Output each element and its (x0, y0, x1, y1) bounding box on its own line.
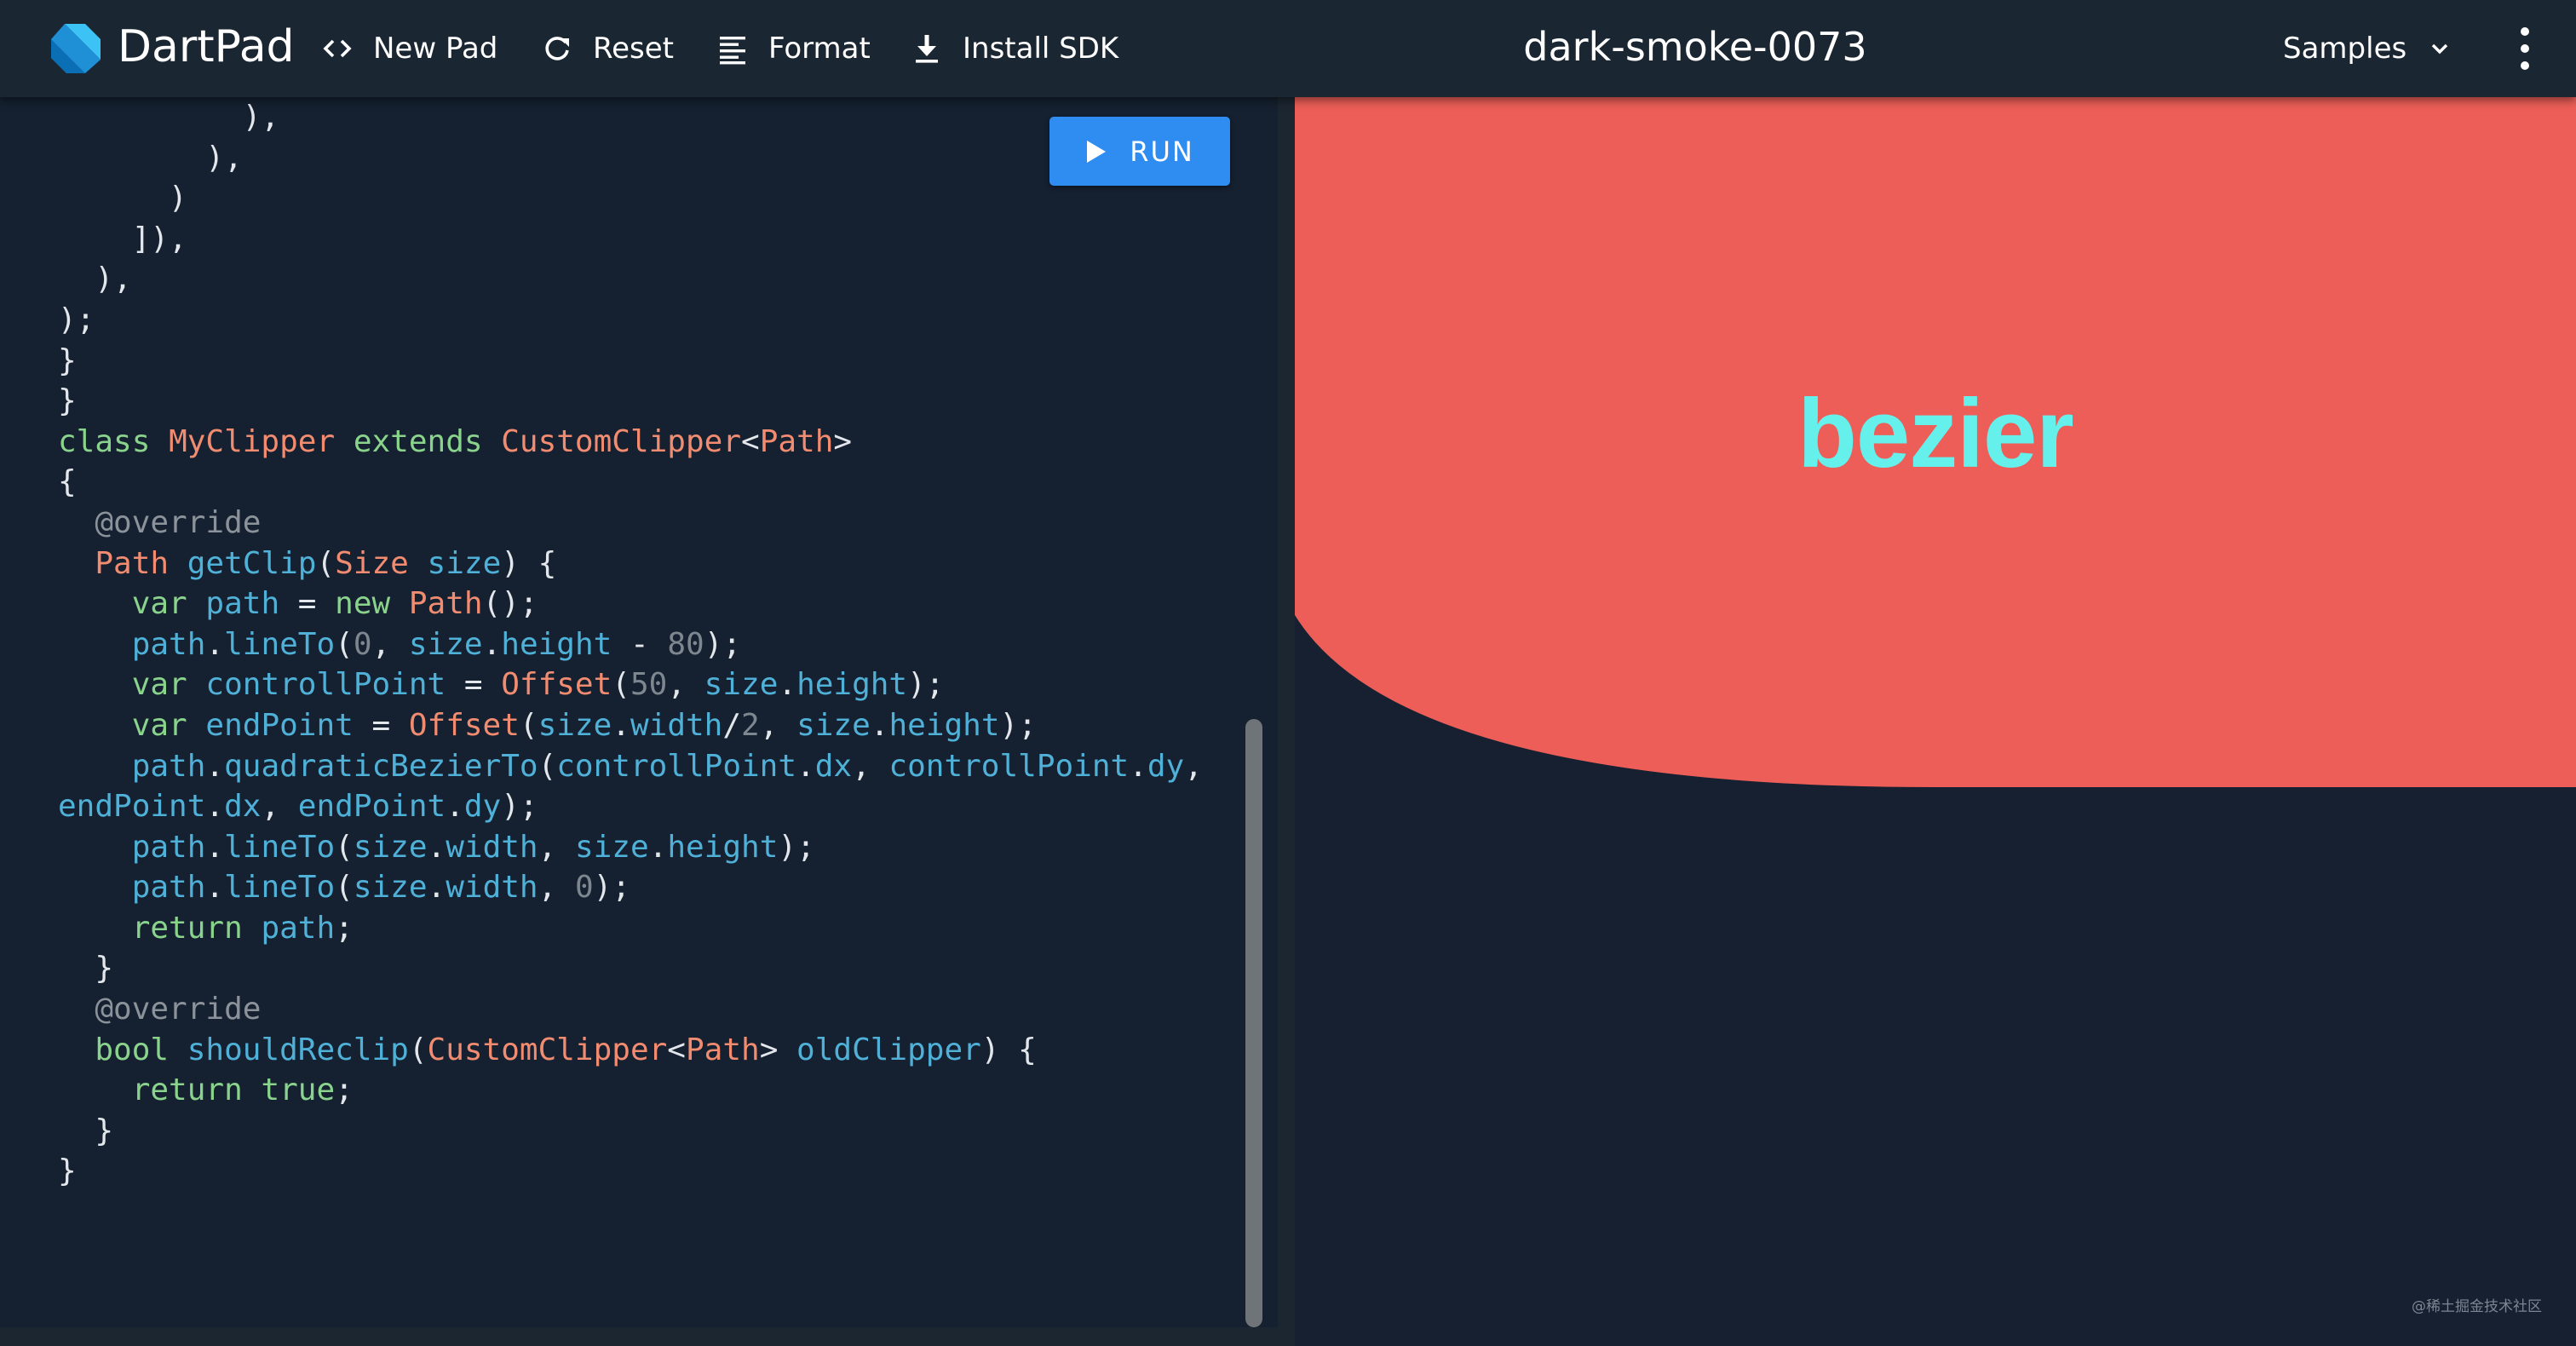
code-lines[interactable]: ), ), ) ]), ),);}} class MyClipper extend… (58, 97, 1203, 1192)
split-divider[interactable] (1278, 97, 1295, 1346)
code-line: var controllPoint = Offset(50, size.heig… (131, 667, 945, 703)
format-lines-icon (720, 37, 745, 65)
code-line: ) (58, 181, 187, 216)
install-sdk-button[interactable]: Install SDK (910, 0, 1118, 97)
code-line: @override (58, 992, 262, 1027)
editor-bottom-bar (0, 1327, 1295, 1346)
more-vert-icon[interactable] (2515, 23, 2535, 74)
editor-scrollbar[interactable] (1245, 719, 1262, 1327)
code-line: { (58, 464, 77, 500)
new-pad-label: New Pad (373, 32, 498, 66)
code-line: path.lineTo(size.width, 0); (131, 870, 630, 906)
code-line: @override (58, 504, 262, 540)
run-label: RUN (1130, 135, 1194, 168)
code-line: class MyClipper extends CustomClipper<Pa… (58, 423, 853, 459)
code-line: Path getClip(Size size) { (95, 545, 557, 581)
reset-button[interactable]: Reset (540, 0, 674, 97)
play-icon (1087, 140, 1107, 163)
code-brackets-icon (323, 39, 352, 58)
app-header: DartPad New Pad Reset Format Install SDK… (0, 0, 2576, 97)
code-line: } (58, 951, 114, 986)
samples-dropdown[interactable]: Samples (2283, 0, 2454, 97)
bezier-clip-shape (1295, 97, 2576, 787)
code-line: ), (58, 140, 243, 175)
watermark: @稀土掘金技术社区 (2412, 1298, 2542, 1315)
format-button[interactable]: Format (716, 0, 871, 97)
run-button[interactable]: RUN (1049, 117, 1230, 186)
code-line: bool shouldReclip(CustomClipper<Path> ol… (95, 1032, 1037, 1067)
pad-title: dark-smoke-0073 (1523, 24, 1867, 70)
reset-label: Reset (593, 32, 674, 66)
preview-pane: bezier @稀土掘金技术社区 (1295, 97, 2576, 1346)
code-line: path.lineTo(0, size.height - 80); (131, 626, 742, 662)
code-line: ); (58, 302, 95, 337)
new-pad-button[interactable]: New Pad (320, 0, 497, 97)
code-line: path.lineTo(size.width, size.height); (131, 829, 815, 865)
code-line: } (58, 1153, 77, 1189)
code-line: endPoint.dx, endPoint.dy); (58, 789, 538, 825)
chevron-down-icon (2432, 43, 2448, 55)
bezier-text: bezier (1797, 380, 2073, 488)
code-line: var endPoint = Offset(size.width/2, size… (131, 707, 1037, 743)
app-brand[interactable]: DartPad (118, 0, 295, 97)
code-editor[interactable]: ), ), ) ]), ),);}} class MyClipper extend… (0, 97, 1278, 1329)
code-line: ), (58, 100, 280, 135)
download-icon (916, 35, 938, 63)
code-line: ), (58, 262, 132, 297)
code-line: var path = new Path(); (131, 586, 538, 622)
refresh-icon (545, 37, 569, 60)
code-line: path.quadraticBezierTo(controllPoint.dx,… (131, 748, 1203, 784)
samples-label: Samples (2283, 32, 2407, 66)
code-line: } (58, 342, 77, 378)
code-line: return true; (131, 1073, 354, 1108)
code-line: return path; (131, 910, 354, 946)
code-line: } (58, 383, 77, 419)
dart-logo-icon[interactable] (48, 20, 102, 75)
install-sdk-label: Install SDK (963, 32, 1119, 66)
code-line: } (58, 1113, 114, 1148)
format-label: Format (768, 32, 871, 66)
code-line: ]), (58, 221, 187, 256)
